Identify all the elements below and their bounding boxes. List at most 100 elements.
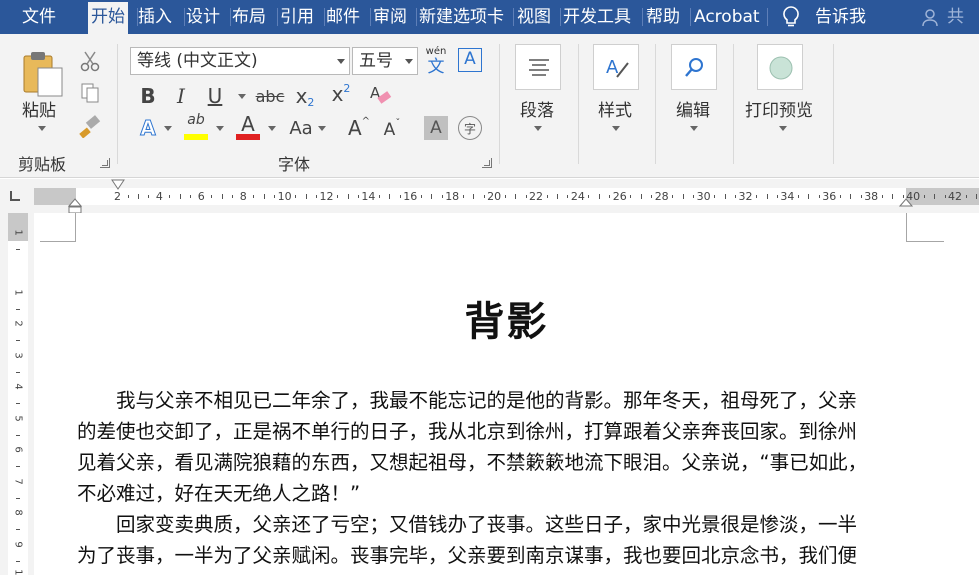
paragraph-button[interactable]: 段落 xyxy=(512,44,564,148)
ruler-tick xyxy=(756,195,757,198)
crop-mark xyxy=(906,213,907,241)
tab-layout[interactable]: 布局 xyxy=(232,0,266,34)
print-preview-icon-box xyxy=(757,44,803,90)
ruler-label: 12 xyxy=(319,190,334,203)
subscript-button[interactable]: x2 xyxy=(292,82,318,110)
tab-view[interactable]: 视图 xyxy=(517,0,551,34)
tab-acrobat[interactable]: Acrobat xyxy=(694,0,760,34)
paste-button[interactable]: 粘贴 xyxy=(18,48,66,138)
styles-icon-box: A xyxy=(593,44,639,90)
font-launcher-icon[interactable] xyxy=(482,158,492,168)
ruler-tick xyxy=(263,194,265,199)
ruler-tick xyxy=(724,194,726,199)
lightbulb-icon[interactable] xyxy=(780,5,802,33)
chevron-down-icon[interactable] xyxy=(318,126,326,131)
tab-developer[interactable]: 开发工具 xyxy=(563,0,631,34)
ruler-label: 6 xyxy=(197,190,205,203)
hanging-indent-marker[interactable] xyxy=(68,197,82,214)
ruler-label: 30 xyxy=(696,190,711,203)
tell-me-search[interactable]: 告诉我 xyxy=(815,0,866,34)
clear-formatting-icon[interactable]: A xyxy=(368,82,392,110)
shrink-font-button[interactable]: Aˇ xyxy=(380,116,404,144)
character-shading-button[interactable]: A xyxy=(424,116,448,140)
tab-new-tab[interactable]: 新建选项卡 xyxy=(419,0,504,34)
text-line: 我与父亲不相见已二年余了，我最不能忘记的是他的背影。那年冬天，祖母死了，父亲 xyxy=(77,389,858,412)
group-separator xyxy=(578,44,579,164)
ruler-tick xyxy=(190,195,192,198)
ruler-label: 14 xyxy=(361,190,376,203)
text-effect-button[interactable]: A xyxy=(136,114,160,142)
ruler-tick xyxy=(557,194,558,199)
share-button[interactable]: 共享 xyxy=(911,0,979,61)
styles-button[interactable]: A 样式 xyxy=(590,44,642,148)
tab-help[interactable]: 帮助 xyxy=(646,0,680,34)
paragraph: 我与父亲不相见已二年余了，我最不能忘记的是他的背影。那年冬天，祖母死了，父亲 的… xyxy=(77,385,907,509)
ruler-label: 28 xyxy=(654,190,669,203)
vertical-ruler-tick xyxy=(16,560,20,562)
vertical-ruler-tick xyxy=(16,529,20,530)
grow-font-button[interactable]: A ^ xyxy=(346,114,372,142)
paragraph-label: 段落 xyxy=(520,101,554,121)
highlight-button[interactable]: ab xyxy=(182,112,210,140)
vertical-ruler-tick xyxy=(16,434,20,436)
font-size-combo[interactable]: 五号 xyxy=(352,47,418,75)
chevron-down-icon[interactable] xyxy=(164,126,172,131)
ruler-tick xyxy=(274,195,276,198)
character-border-glyph: A xyxy=(464,49,476,69)
font-color-button[interactable]: A xyxy=(234,112,262,140)
tab-references[interactable]: 引用 xyxy=(280,0,314,34)
chevron-down-icon xyxy=(38,126,46,131)
ruler-tick xyxy=(672,195,674,198)
ribbon-home: 粘贴 剪贴板 等线 (中文正文) 五号 wén 文 A B I U abc x2… xyxy=(0,34,979,178)
cut-icon[interactable] xyxy=(80,50,100,76)
chevron-down-icon[interactable] xyxy=(268,126,276,131)
ruler-tick xyxy=(221,194,223,199)
underline-button[interactable]: U xyxy=(203,82,227,110)
tab-separator xyxy=(513,8,514,26)
tab-mailings[interactable]: 邮件 xyxy=(326,0,360,34)
right-indent-marker[interactable] xyxy=(899,197,913,207)
vertical-ruler-tick xyxy=(16,497,20,499)
tab-home[interactable]: 开始 xyxy=(88,2,128,34)
document-page[interactable]: 背影 我与父亲不相见已二年余了，我最不能忘记的是他的背影。那年冬天，祖母死了，父… xyxy=(34,213,979,575)
tab-separator xyxy=(184,8,185,26)
editing-button[interactable]: 编辑 xyxy=(668,44,720,148)
font-name-combo[interactable]: 等线 (中文正文) xyxy=(130,47,350,75)
text-line: 见着父亲，看见满院狼藉的东西，又想起祖母，不禁簌簌地流下眼泪。父亲说，“事已如此… xyxy=(77,451,868,474)
ruler-tick xyxy=(378,195,380,198)
bold-button[interactable]: B xyxy=(136,82,160,110)
enclose-characters-button[interactable]: 字 xyxy=(458,116,482,140)
clipboard-launcher-icon[interactable] xyxy=(100,158,110,168)
chevron-down-icon[interactable] xyxy=(238,94,246,99)
italic-button[interactable]: I xyxy=(170,82,192,110)
tab-separator xyxy=(137,8,138,26)
format-painter-icon[interactable] xyxy=(78,114,102,142)
copy-icon[interactable] xyxy=(80,82,100,108)
ruler-tick xyxy=(923,195,925,198)
tab-design[interactable]: 设计 xyxy=(186,0,220,34)
ruler-label: 8 xyxy=(239,190,247,203)
change-case-button[interactable]: Aa xyxy=(286,114,316,142)
chevron-down-icon[interactable] xyxy=(216,126,224,131)
tab-selector[interactable] xyxy=(10,191,20,201)
tab-review[interactable]: 审阅 xyxy=(373,0,407,34)
paragraph-icon xyxy=(529,59,549,76)
highlight-color-bar xyxy=(184,134,208,140)
tab-separator xyxy=(690,8,691,26)
strikethrough-button[interactable]: abc xyxy=(254,82,286,110)
phonetic-guide-button[interactable]: wén 文 xyxy=(424,46,448,76)
superscript-base: x xyxy=(331,82,344,106)
superscript-button[interactable]: x2 xyxy=(328,80,354,108)
subscript-base: x xyxy=(295,84,308,108)
subscript-digit: 2 xyxy=(307,95,315,109)
ruler-label: 26 xyxy=(612,190,627,203)
ribbon-tab-bar: 文件 开始 插入 设计 布局 引用 邮件 审阅 新建选项卡 视图 开发工具 帮助… xyxy=(0,0,979,61)
tab-insert[interactable]: 插入 xyxy=(138,0,172,34)
ruler-tick xyxy=(609,195,611,198)
character-border-button[interactable]: A xyxy=(458,48,482,72)
print-preview-button[interactable]: 打印预览 xyxy=(745,44,821,148)
ruler-tick xyxy=(483,195,485,198)
first-line-indent-marker[interactable] xyxy=(111,179,125,191)
tab-file[interactable]: 文件 xyxy=(22,0,56,34)
ruler-track[interactable] xyxy=(34,188,979,205)
